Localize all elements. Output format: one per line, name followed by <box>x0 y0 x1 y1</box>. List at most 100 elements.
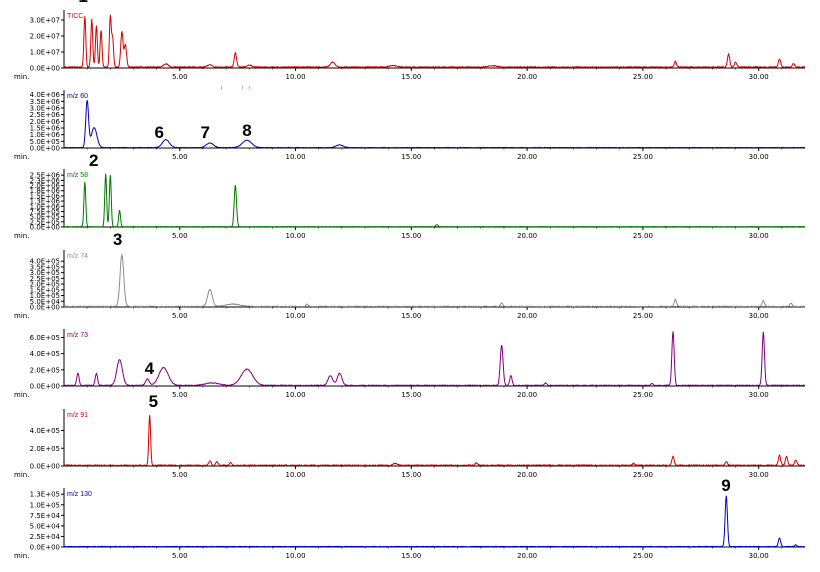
chromatogram-stack: 0.0E+001.0E+072.0E+073.0E+075.00 10.00 15.… <box>14 0 806 560</box>
trace-line <box>63 415 806 467</box>
x-unit-label: min. <box>14 153 29 161</box>
x-tick-label: 5.00 <box>172 232 188 240</box>
y-tick-label: 1.0E+05 <box>30 501 60 509</box>
x-tick-label: 15.00 <box>401 153 421 161</box>
x-tick-label: 20.00 <box>517 391 537 399</box>
x-tick-label: 25.00 <box>633 471 653 479</box>
panels-layer: 0.0E+00 1.0E+07 2.0E+07 3.0E+07 5.00 10.00 15.… <box>14 10 806 560</box>
x-tick-label: 15.00 <box>401 471 421 479</box>
x-tick-label: 5.00 <box>172 312 188 320</box>
x-tick-label: 5.00 <box>172 391 188 399</box>
x-tick-label: 20.00 <box>517 73 537 81</box>
trace-line <box>63 14 806 69</box>
peak-annotation: 7 <box>201 123 210 142</box>
y-tick-label: 0.0E+00 <box>30 383 60 391</box>
x-tick-label: 10.00 <box>286 391 306 399</box>
x-tick-label: 5.00 <box>172 471 188 479</box>
panel-3: 0.0E+005.0E+041.0E+051.5E+052.0E+052.5E+… <box>14 250 806 320</box>
y-tick-label: 0.0E+00 <box>30 463 60 471</box>
x-tick-label: 20.00 <box>517 552 537 560</box>
y-tick-label: 4.0E+06 <box>30 91 61 99</box>
x-tick-label: 25.00 <box>633 391 653 399</box>
trace-label: m/z 60 <box>67 93 88 100</box>
x-tick-label: 10.00 <box>286 232 306 240</box>
x-tick-label: 25.00 <box>633 232 653 240</box>
x-tick-label: 15.00 <box>401 73 421 81</box>
y-tick-label: 2.5E+04 <box>30 533 61 541</box>
y-tick-label: 0.0E+00 <box>30 544 60 552</box>
x-tick-label: 15.00 <box>401 391 421 399</box>
x-tick-label: 10.00 <box>286 552 306 560</box>
x-tick-label: 10.00 <box>286 312 306 320</box>
trace-label: m/z 130 <box>67 491 92 498</box>
x-unit-label: min. <box>14 312 29 320</box>
x-unit-label: min. <box>14 391 29 399</box>
x-tick-label: 30.00 <box>749 391 769 399</box>
panel-0: 0.0E+00 1.0E+07 2.0E+07 3.0E+07 5.00 10.00 15.… <box>14 10 806 81</box>
peak-annotation: 3 <box>113 230 122 249</box>
x-tick-label: 10.00 <box>286 153 306 161</box>
x-tick-label: 30.00 <box>749 312 769 320</box>
y-tick-label: 3.0E+07 <box>30 17 60 25</box>
x-unit-label: min. <box>14 552 29 560</box>
y-tick-label: 5.0E+04 <box>30 522 61 530</box>
trace-line <box>64 173 806 228</box>
panel-1: 0.0E+005.0E+051.0E+061.5E+062.0E+062.5E+… <box>14 90 806 161</box>
peak-annotation: 2 <box>89 151 98 170</box>
trace-line <box>63 100 806 149</box>
x-tick-label: 20.00 <box>517 153 537 161</box>
x-unit-label: min. <box>14 73 29 81</box>
y-tick-label: 4.0E+05 <box>30 350 60 358</box>
x-tick-label: 30.00 <box>749 153 769 161</box>
trace-label: m/z 74 <box>67 253 88 260</box>
trace-line <box>63 331 806 387</box>
y-tick-label: 2.0E+07 <box>30 33 60 41</box>
peak-annotation: 8 <box>242 121 251 140</box>
panel-6: 0.0E+00 2.5E+04 5.0E+04 7.5E+04 1.0E+05 1.3E+… <box>14 488 806 560</box>
x-tick-label: 5.00 <box>172 153 188 161</box>
y-tick-label: 2.5E+06 <box>30 172 61 180</box>
peak-annotation: 5 <box>149 392 158 411</box>
y-tick-label: 2.0E+05 <box>30 445 60 453</box>
x-tick-label: 20.00 <box>517 312 537 320</box>
x-tick-label: 30.00 <box>749 471 769 479</box>
x-tick-label: 25.00 <box>633 153 653 161</box>
x-tick-label: 25.00 <box>633 552 653 560</box>
x-tick-label: 20.00 <box>517 471 537 479</box>
panel-2: 0.0E+002.5E+055.0E+057.5E+051.0E+061.3E+… <box>14 169 806 240</box>
x-tick-label: 30.00 <box>749 232 769 240</box>
x-tick-label: 15.00 <box>401 312 421 320</box>
x-tick-label: 10.00 <box>286 471 306 479</box>
x-tick-label: 5.00 <box>172 552 188 560</box>
panel-5: 0.0E+00 2.0E+05 4.0E+05 5.00 10.00 15.00 20.00… <box>14 409 806 479</box>
x-tick-label: 30.00 <box>749 73 769 81</box>
x-tick-label: 25.00 <box>633 312 653 320</box>
y-tick-label: 0.0E+00 <box>30 65 60 73</box>
x-unit-label: min. <box>14 471 29 479</box>
trace-line <box>63 252 806 308</box>
y-tick-label: 4.0E+05 <box>30 258 60 266</box>
y-tick-label: 1.3E+05 <box>30 491 60 499</box>
peak-annotation: 6 <box>155 123 164 142</box>
x-tick-label: 10.00 <box>286 73 306 81</box>
trace-line <box>63 495 806 548</box>
peak-annotation: 4 <box>145 359 155 378</box>
trace-label: m/z 91 <box>67 412 88 419</box>
x-tick-label: 25.00 <box>633 73 653 81</box>
x-tick-label: 20.00 <box>517 232 537 240</box>
trace-label: m/z 73 <box>67 332 88 339</box>
x-tick-label: 15.00 <box>401 552 421 560</box>
y-tick-label: 2.0E+05 <box>30 366 60 374</box>
y-tick-label: 7.5E+04 <box>30 512 61 520</box>
x-tick-label: 5.00 <box>172 73 188 81</box>
trace-label: m/z 58 <box>67 172 88 179</box>
x-tick-label: 30.00 <box>749 552 769 560</box>
panel-4: 0.0E+00 2.0E+05 4.0E+05 6.0E+05 5.00 10.00 15.… <box>14 329 806 399</box>
y-tick-label: 6.0E+05 <box>30 334 60 342</box>
peak-annotation: 1 <box>78 0 87 6</box>
x-tick-label: 15.00 <box>401 232 421 240</box>
y-tick-label: 1.0E+07 <box>30 49 60 57</box>
y-tick-label: 4.0E+05 <box>30 427 60 435</box>
trace-label: TICC <box>67 13 83 20</box>
peak-annotation: 9 <box>721 476 730 495</box>
